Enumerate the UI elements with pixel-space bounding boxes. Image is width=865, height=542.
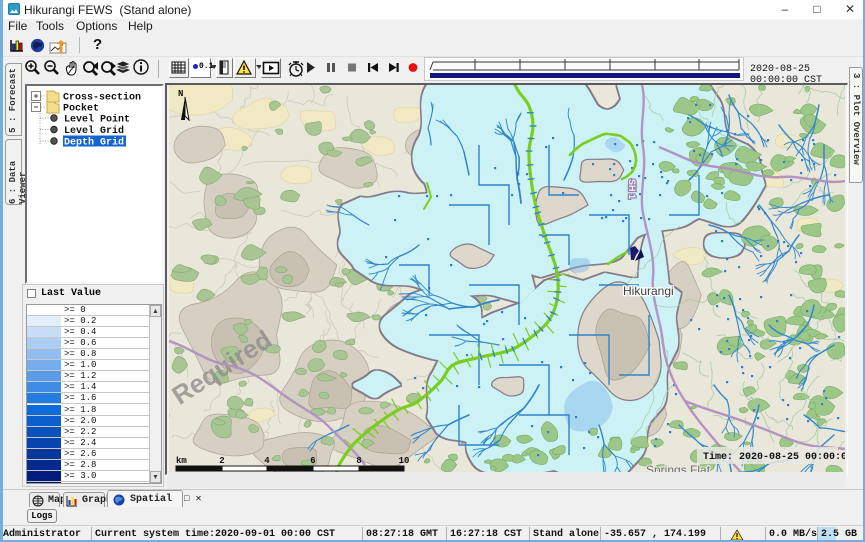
svg-text:N: N [178, 89, 183, 99]
svg-text:2: 2 [219, 456, 224, 466]
svg-text:Springs Flat: Springs Flat [646, 463, 711, 472]
svg-text:Cross-section: Cross-section [63, 92, 141, 104]
svg-text:Time: 2020-08-25 00:00:00 CST: Time: 2020-08-25 00:00:00 CST [703, 451, 845, 463]
svg-text:km: km [176, 456, 187, 466]
svg-text:4: 4 [264, 456, 270, 466]
svg-text:Depth Grid: Depth Grid [64, 137, 124, 149]
svg-text:Hikurangi: Hikurangi [623, 284, 674, 298]
svg-text:Pocket: Pocket [63, 103, 99, 115]
svg-text:8: 8 [356, 456, 361, 466]
svg-text:Level Grid: Level Grid [64, 125, 124, 137]
svg-text:6: 6 [310, 456, 315, 466]
svg-text:SH 1: SH 1 [627, 179, 637, 199]
svg-text:10: 10 [399, 456, 410, 466]
svg-text:Level Point: Level Point [64, 114, 130, 126]
